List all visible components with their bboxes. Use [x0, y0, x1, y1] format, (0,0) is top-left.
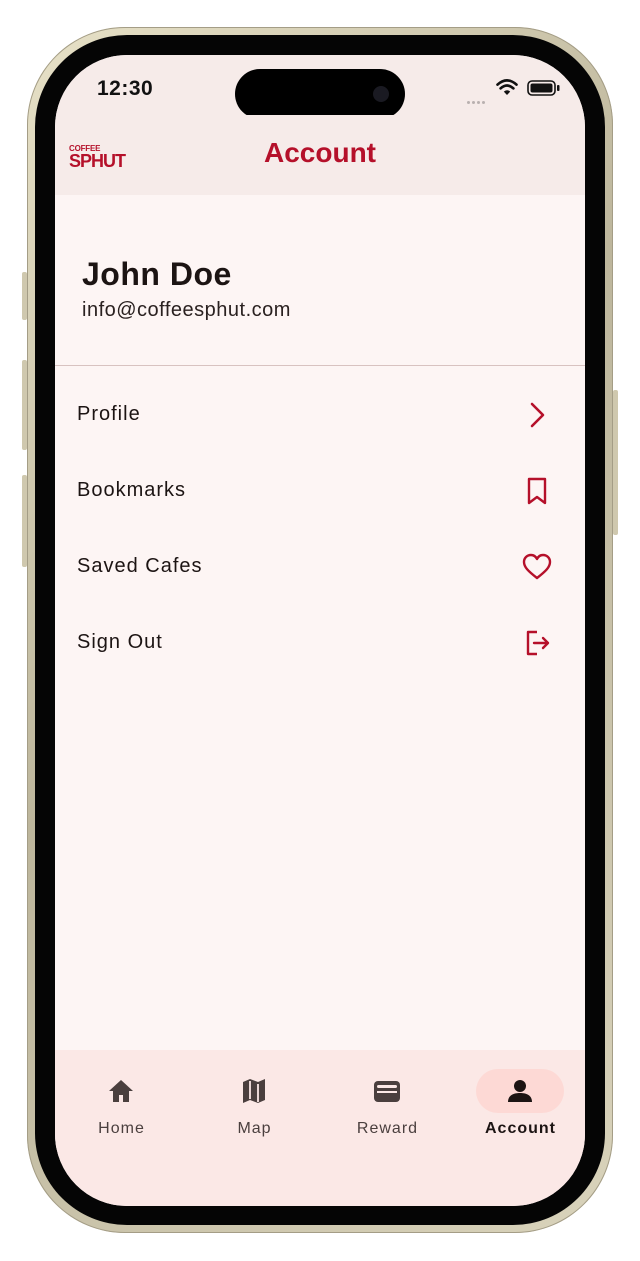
user-email: info@coffeesphut.com [82, 299, 291, 321]
power-button [613, 390, 618, 535]
nav-item-map[interactable]: Map [188, 1050, 321, 1160]
menu-item-bookmarks[interactable]: Bookmarks [55, 454, 585, 530]
wifi-icon [496, 79, 518, 95]
menu-item-label: Bookmarks [77, 479, 187, 501]
bookmark-icon [527, 477, 547, 505]
battery-icon [527, 80, 560, 96]
wallet-icon [374, 1081, 400, 1102]
menu-item-sign-out[interactable]: Sign Out [55, 606, 585, 682]
map-icon [243, 1079, 265, 1103]
menu-item-label: Saved Cafes [77, 555, 203, 577]
menu-item-saved-cafes[interactable]: Saved Cafes [55, 530, 585, 606]
volume-up-button [22, 360, 27, 450]
bottom-nav: Home Map Reward Account [55, 1050, 585, 1206]
status-time: 12:30 [97, 77, 154, 100]
profile-header: John Doe info@coffeesphut.com [55, 195, 585, 365]
camera-icon [373, 86, 389, 102]
menu-item-label: Sign Out [77, 631, 163, 653]
nav-item-home[interactable]: Home [55, 1050, 188, 1160]
heart-icon [522, 553, 552, 580]
action-button [22, 272, 27, 320]
signal-dots-icon [467, 91, 487, 109]
nav-label: Home [98, 1120, 145, 1137]
nav-label: Account [485, 1120, 556, 1137]
nav-label: Map [237, 1120, 272, 1137]
home-icon [109, 1080, 133, 1102]
nav-item-account[interactable]: Account [454, 1050, 585, 1160]
status-bar: 12:30 [55, 55, 585, 119]
app-bar: COFFEE SPHUT Account [55, 115, 585, 195]
nav-label: Reward [356, 1120, 419, 1137]
logout-icon [526, 630, 550, 656]
nav-item-reward[interactable]: Reward [321, 1050, 454, 1160]
volume-down-button [22, 475, 27, 567]
menu-item-label: Profile [77, 403, 141, 425]
screen: 12:30 COFFEE SPHUT Account John Doe info… [55, 55, 585, 1206]
menu-item-profile[interactable]: Profile [55, 378, 585, 454]
dynamic-island [235, 69, 405, 119]
divider [55, 365, 585, 366]
person-icon [508, 1080, 532, 1102]
chevron-right-icon [530, 402, 545, 428]
user-name: John Doe [82, 256, 232, 292]
page-title: Account [264, 137, 376, 168]
